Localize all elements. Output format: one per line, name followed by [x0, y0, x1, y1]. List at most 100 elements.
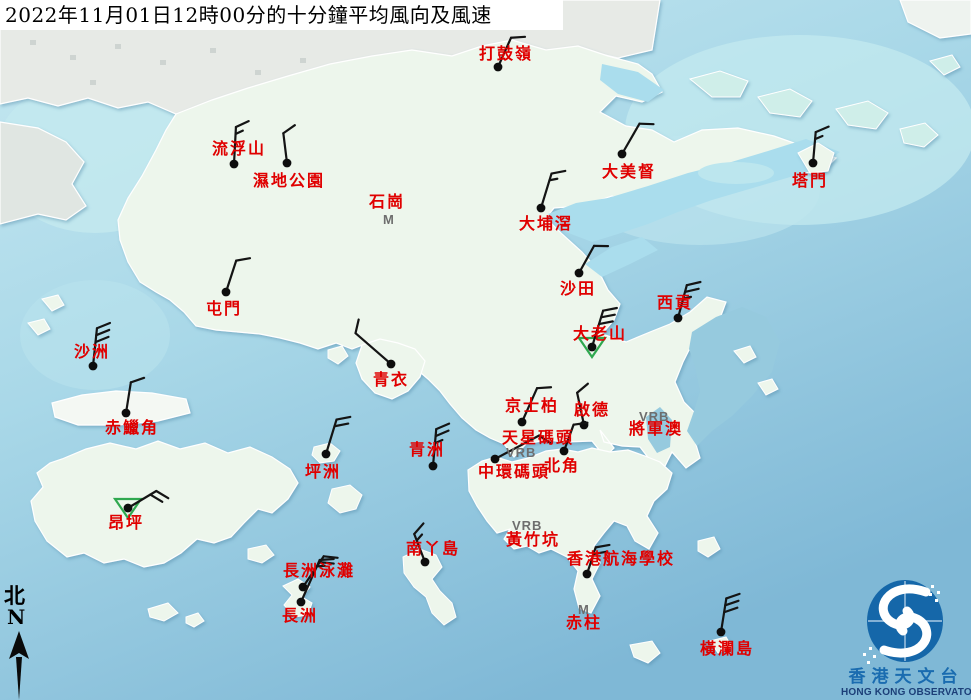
station-tuen-mun	[222, 258, 250, 296]
station-label-star-ferry-pier: 天星碼頭	[502, 430, 574, 446]
station-label-tuen-mun: 屯門	[206, 301, 242, 317]
station-label-cheung-chau-beach: 長洲泳灘	[283, 563, 355, 579]
station-dot	[429, 462, 438, 471]
wind-barb-mark	[236, 258, 250, 260]
wind-barb-mark	[726, 594, 739, 599]
station-label-lau-fau-shan: 流浮山	[212, 141, 266, 157]
wind-barb-mark	[320, 559, 334, 560]
wind-barb-staff	[541, 174, 552, 208]
station-label-kings-park: 京士柏	[505, 398, 559, 414]
wind-barb-mark	[97, 323, 110, 328]
wind-barb-staff	[579, 246, 594, 273]
compass-north-letter: N	[7, 605, 25, 629]
station-dot	[89, 362, 98, 371]
wind-barb-staff	[356, 333, 391, 364]
wind-barb-mark	[725, 601, 738, 606]
station-label-cheung-chau: 長洲	[282, 608, 318, 624]
station-label-hk-sea-school: 香港航海學校	[567, 551, 675, 567]
station-label-tap-mun: 塔門	[792, 173, 828, 189]
station-label-tai-po-kau: 大埔滘	[519, 216, 573, 232]
station-label-tsing-yi: 青衣	[373, 372, 409, 388]
station-label-stanley: 赤柱	[566, 615, 602, 631]
station-label-tai-mei-tuk: 大美督	[602, 164, 656, 180]
wind-barb-mark	[685, 289, 699, 292]
station-dot	[560, 447, 569, 456]
wind-barb-mark	[687, 282, 701, 285]
station-note-tseung-kwan-o: VRB	[639, 410, 669, 423]
station-sha-tin	[575, 246, 608, 278]
station-note-wong-chuk-hang: VRB	[512, 519, 542, 532]
wind-barb-staff	[622, 124, 640, 154]
station-layer	[0, 0, 971, 700]
station-label-shek-kong: 石崗	[369, 194, 405, 210]
wind-barb-mark	[816, 127, 829, 132]
station-note-shek-kong: M	[383, 213, 395, 226]
wind-barb-mark	[549, 179, 557, 181]
station-dot	[809, 159, 818, 168]
wind-barb-mark	[283, 125, 294, 133]
station-label-sha-chau: 沙洲	[74, 344, 110, 360]
wind-map: 流浮山濕地公園打鼓嶺大美督塔門石崗M大埔滘沙田屯門沙洲西貢大老山青衣赤鱲角京士柏…	[0, 0, 971, 700]
observatory-logo-icon	[841, 577, 971, 665]
wind-barb-mark	[596, 545, 610, 547]
station-label-green-island: 青洲	[409, 442, 445, 458]
wind-barb-mark	[356, 320, 359, 334]
station-dot	[322, 450, 331, 459]
wind-barb-mark	[601, 315, 615, 318]
station-label-peng-chau: 坪洲	[305, 464, 341, 480]
wind-barb-mark	[537, 387, 551, 388]
wind-barb-staff	[226, 261, 236, 292]
wind-barb-staff	[283, 133, 287, 163]
station-label-wong-chuk-hang: 黃竹坑	[506, 532, 560, 548]
wind-barb-mark	[96, 330, 109, 335]
station-label-central-pier: 中環碼頭	[478, 464, 550, 480]
station-dot	[583, 570, 592, 579]
wind-barb-staff	[126, 382, 131, 413]
station-label-ngong-ping: 昂坪	[108, 515, 144, 531]
wind-barb-mark	[603, 308, 617, 311]
station-dot	[222, 288, 231, 297]
wind-barb-mark	[236, 121, 249, 127]
wind-barb-mark	[577, 384, 588, 393]
station-label-sai-kung: 西貢	[657, 295, 693, 311]
station-wetland-park	[283, 125, 295, 167]
station-dot	[518, 418, 527, 427]
station-dot	[575, 269, 584, 278]
station-label-waglan-island: 橫瀾島	[700, 641, 754, 657]
station-tai-mei-tuk	[618, 124, 654, 159]
station-dot	[283, 159, 292, 168]
logo-chinese-name: 香港天文台	[841, 668, 971, 687]
wind-barb-mark	[150, 495, 162, 502]
station-note-star-ferry-pier: VRB	[506, 446, 536, 459]
wind-barb-mark	[724, 608, 737, 613]
station-peng-chau	[322, 417, 351, 458]
logo-english-name: HONG KONG OBSERVATORY	[841, 687, 971, 699]
wind-barb-mark	[436, 431, 449, 436]
station-dot	[421, 558, 430, 567]
wind-barb-mark	[511, 37, 525, 38]
wind-barb-mark	[414, 523, 423, 534]
station-note-stanley: M	[578, 603, 590, 616]
station-chek-lap-kok	[122, 378, 144, 418]
wind-barb-mark	[436, 424, 449, 429]
wind-barb-staff	[721, 598, 726, 632]
compass-needle-icon	[2, 628, 42, 700]
station-label-chek-lap-kok: 赤鱲角	[105, 420, 159, 436]
wind-barb-mark	[334, 424, 348, 427]
wind-barb-mark	[337, 417, 351, 420]
wind-barb-mark	[156, 491, 168, 498]
station-dot	[537, 204, 546, 213]
station-label-north-point: 北角	[544, 458, 580, 474]
station-label-tates-cairn: 大老山	[573, 326, 627, 342]
station-dot	[122, 409, 131, 418]
station-tsing-yi	[356, 320, 396, 369]
wind-barb-mark	[552, 171, 566, 174]
station-label-ta-kwu-ling: 打鼓嶺	[479, 46, 533, 62]
wind-barb-staff	[326, 420, 337, 454]
station-dot	[124, 504, 133, 513]
station-label-lamma-island: 南丫島	[406, 541, 460, 557]
station-tap-mun	[809, 127, 829, 168]
map-title: 2022年11月01日12時00分的十分鐘平均風向及風速	[0, 0, 563, 30]
observatory-logo: 香港天文台 HONG KONG OBSERVATORY	[841, 577, 971, 699]
north-compass: 北 N	[2, 580, 42, 700]
